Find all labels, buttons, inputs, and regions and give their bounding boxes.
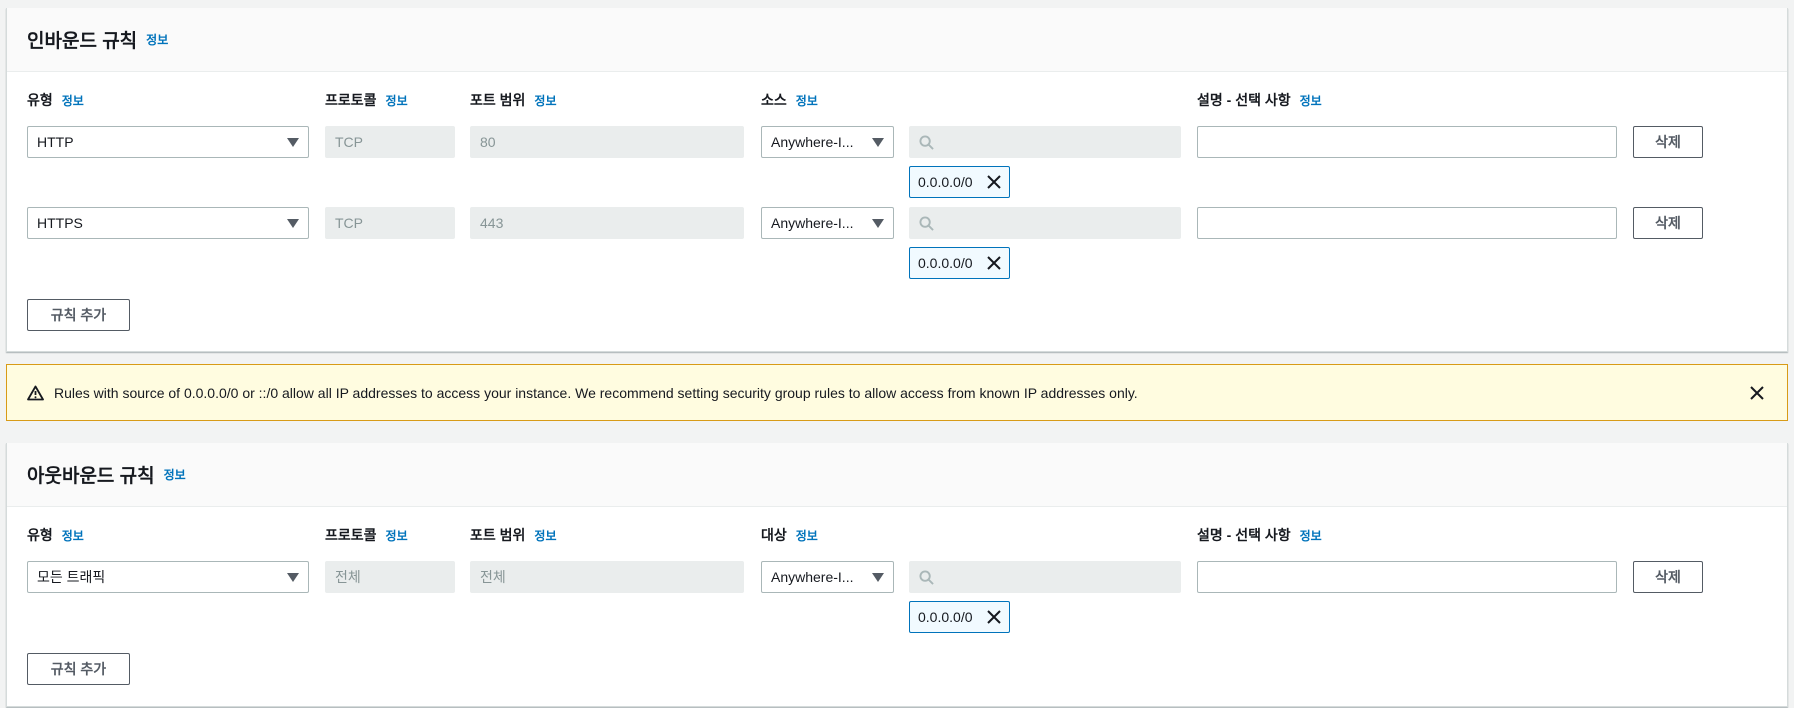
cidr-token: 0.0.0.0/0 [909,247,1010,279]
protocol-field: TCP [325,126,455,158]
description-input[interactable] [1197,561,1617,593]
col-label-description: 설명 - 선택 사항 정보 [1197,527,1322,544]
outbound-rules-title: 아웃바운드 규칙 [27,466,155,487]
protocol-field: 전체 [325,561,455,593]
rule-type-select[interactable]: 모든 트래픽 [27,561,309,593]
cidr-search-input[interactable] [909,561,1181,593]
description-info-link[interactable]: 정보 [1300,92,1322,109]
col-label-source: 소스 정보 [761,92,818,109]
outbound-info-link[interactable]: 정보 [164,466,186,483]
add-rule-button[interactable]: 규칙 추가 [27,653,130,685]
delete-rule-button[interactable]: 삭제 [1633,561,1703,593]
search-icon [919,215,934,231]
source-type-select[interactable]: Anywhere-I... [761,126,894,158]
port-range-info-link[interactable]: 정보 [534,527,556,544]
warning-message: Rules with source of 0.0.0.0/0 or ::/0 a… [54,384,1138,401]
inbound-rules-header: 인바운드 규칙 정보 [7,8,1787,72]
inbound-info-link[interactable]: 정보 [146,31,168,48]
rule-type-select[interactable]: HTTP [27,126,309,158]
cidr-search-input[interactable] [909,207,1181,239]
col-label-protocol: 프로토콜 정보 [325,527,408,544]
search-icon [919,569,934,585]
cidr-search-input[interactable] [909,126,1181,158]
protocol-info-link[interactable]: 정보 [386,92,408,109]
caret-down-icon [287,138,299,147]
close-icon[interactable] [987,610,1001,624]
warning-alert: Rules with source of 0.0.0.0/0 or ::/0 a… [6,364,1788,421]
protocol-field: TCP [325,207,455,239]
port-range-field: 전체 [470,561,744,593]
caret-down-icon [872,219,884,228]
source-info-link[interactable]: 정보 [796,92,818,109]
caret-down-icon [287,219,299,228]
search-icon [919,134,934,150]
caret-down-icon [287,573,299,582]
cidr-token: 0.0.0.0/0 [909,166,1010,198]
col-label-destination: 대상 정보 [761,527,818,544]
port-range-field: 80 [470,126,744,158]
col-label-type: 유형 정보 [27,527,84,544]
close-icon[interactable] [1749,385,1765,401]
col-label-type: 유형 정보 [27,92,84,109]
description-input[interactable] [1197,126,1617,158]
port-range-info-link[interactable]: 정보 [534,92,556,109]
delete-rule-button[interactable]: 삭제 [1633,207,1703,239]
close-icon[interactable] [987,256,1001,270]
warning-icon [27,385,44,400]
col-label-description: 설명 - 선택 사항 정보 [1197,92,1322,109]
type-info-link[interactable]: 정보 [62,527,84,544]
delete-rule-button[interactable]: 삭제 [1633,126,1703,158]
cidr-token: 0.0.0.0/0 [909,601,1010,633]
add-rule-button[interactable]: 규칙 추가 [27,299,130,331]
col-label-protocol: 프로토콜 정보 [325,92,408,109]
inbound-rules-title: 인바운드 규칙 [27,31,138,52]
port-range-field: 443 [470,207,744,239]
col-label-port-range: 포트 범위 정보 [470,527,557,544]
rule-type-select[interactable]: HTTPS [27,207,309,239]
protocol-info-link[interactable]: 정보 [386,527,408,544]
description-input[interactable] [1197,207,1617,239]
destination-type-select[interactable]: Anywhere-I... [761,561,894,593]
destination-info-link[interactable]: 정보 [796,527,818,544]
outbound-rules-panel: 아웃바운드 규칙 정보 유형 정보 프로토콜 정보 포트 범위 정보 대상 정보… [6,443,1788,707]
col-label-port-range: 포트 범위 정보 [470,92,557,109]
source-type-select[interactable]: Anywhere-I... [761,207,894,239]
outbound-rules-header: 아웃바운드 규칙 정보 [7,443,1787,507]
inbound-rules-panel: 인바운드 규칙 정보 유형 정보 프로토콜 정보 포트 범위 정보 소스 정보 … [6,8,1788,352]
description-info-link[interactable]: 정보 [1300,527,1322,544]
caret-down-icon [872,573,884,582]
caret-down-icon [872,138,884,147]
close-icon[interactable] [987,175,1001,189]
type-info-link[interactable]: 정보 [62,92,84,109]
